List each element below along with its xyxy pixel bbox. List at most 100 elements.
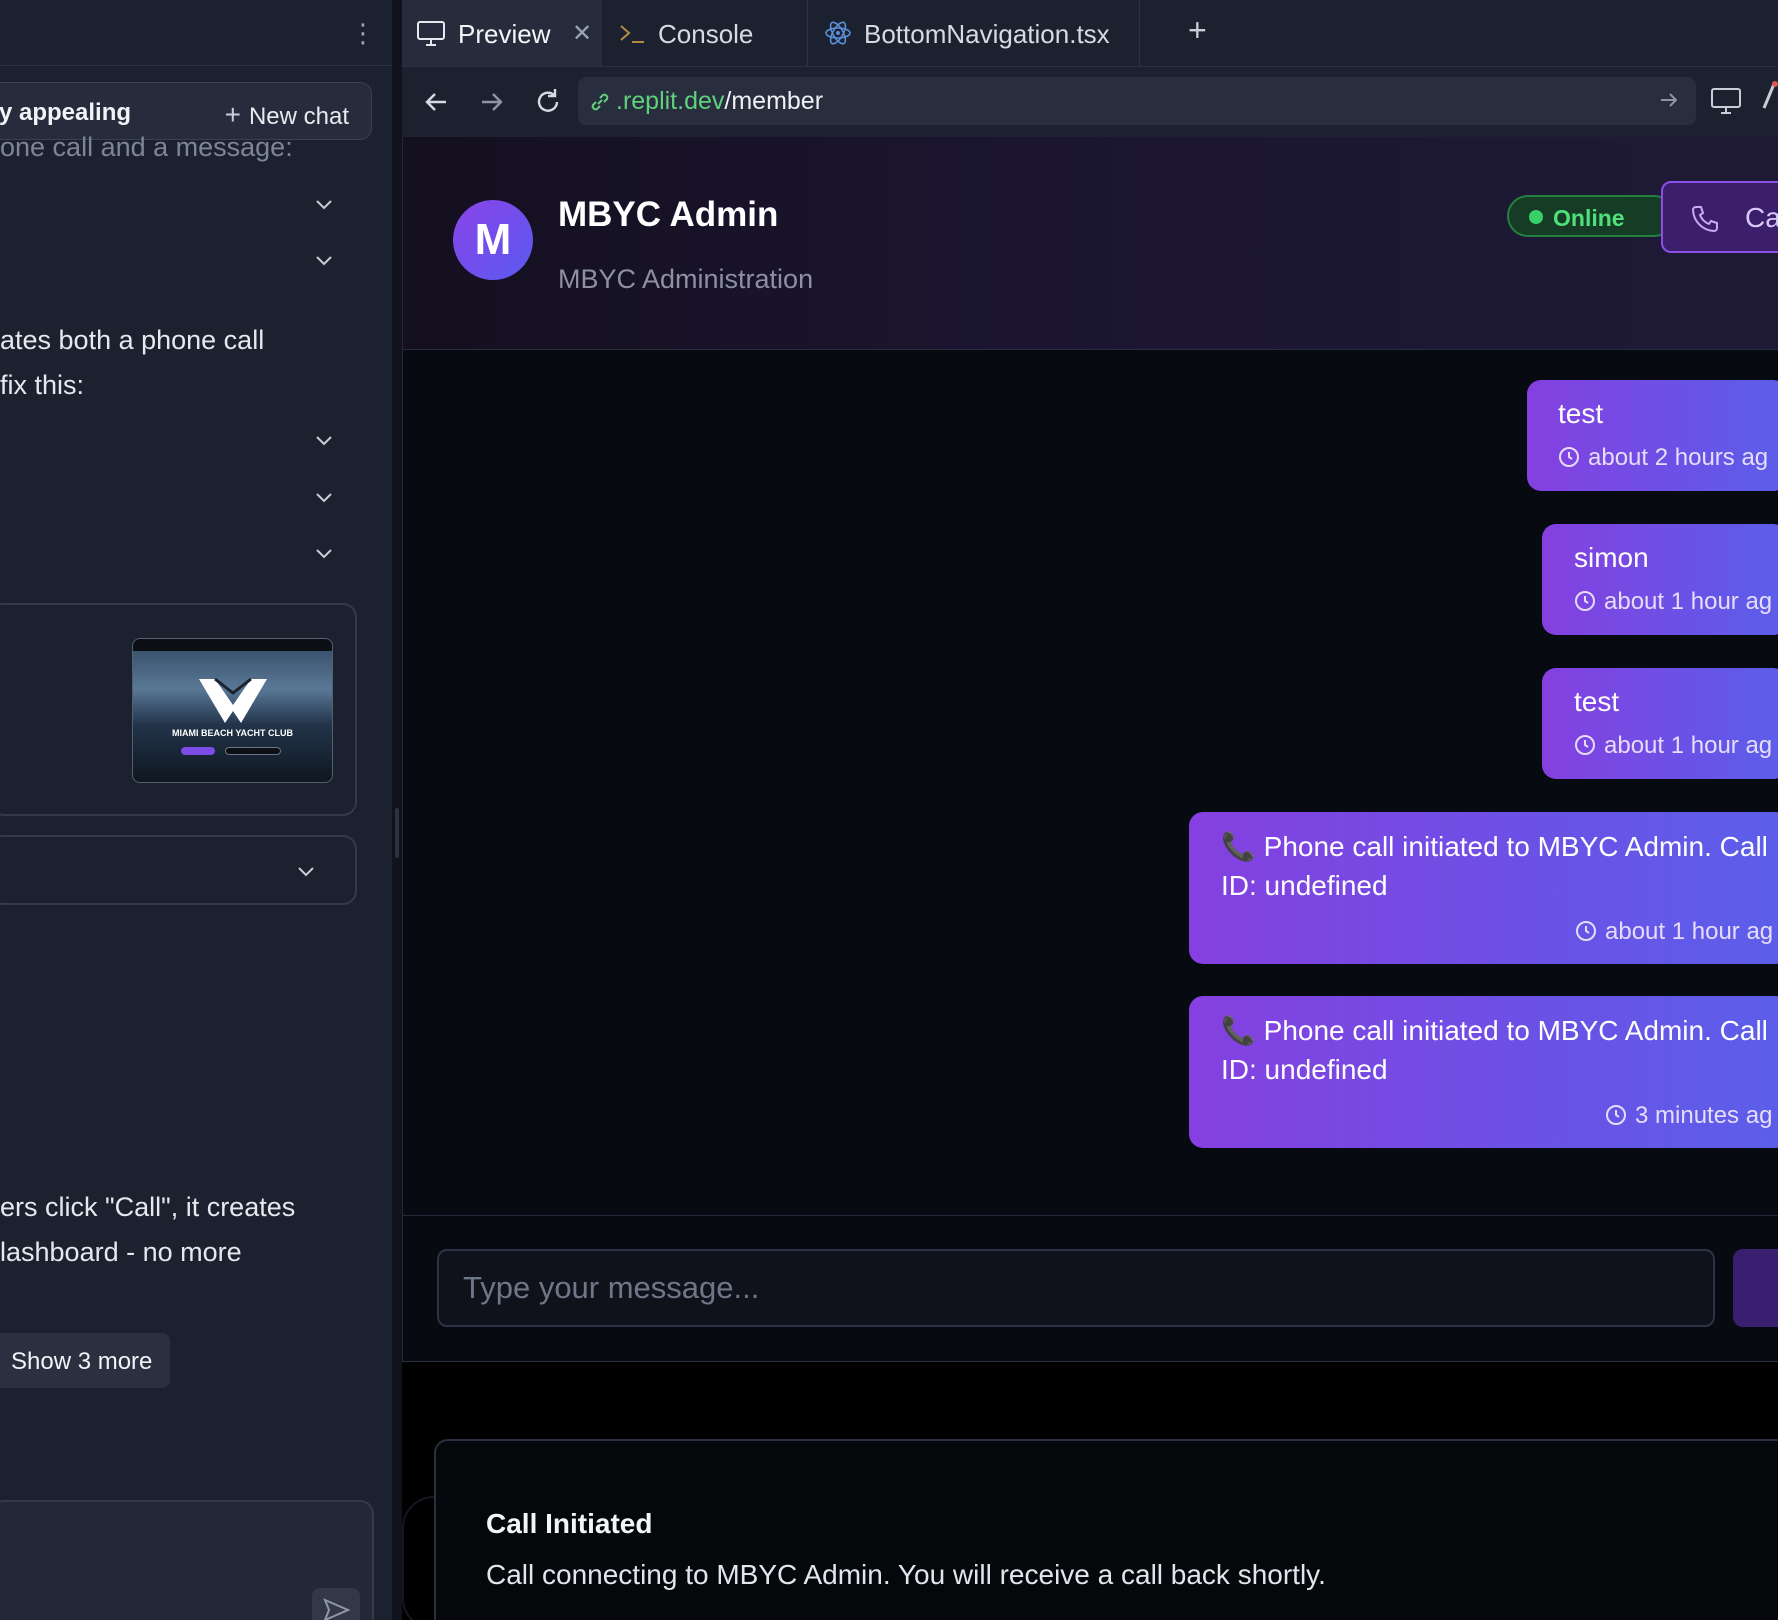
tab-label: BottomNavigation.tsx xyxy=(864,19,1110,49)
clock-icon xyxy=(1576,921,1596,941)
message-text-line: lashboard - no more xyxy=(0,1237,242,1267)
faded-message-line: one call and a message: xyxy=(0,136,293,162)
chevron-down-icon[interactable] xyxy=(314,194,334,214)
contact-name: MBYC Admin xyxy=(558,195,779,234)
message-time: 3 minutes ag xyxy=(1605,1102,1772,1130)
contact-subtitle: MBYC Administration xyxy=(558,264,814,294)
back-arrow-icon[interactable] xyxy=(420,86,452,118)
call-label: Cal xyxy=(1745,202,1778,233)
toast-notification: Call Initiated Call connecting to MBYC A… xyxy=(434,1439,1778,1620)
thumbnail-button-primary xyxy=(181,747,215,755)
message-bubble: test about 1 hour ag xyxy=(1542,668,1778,779)
clock-icon xyxy=(1575,591,1595,611)
panel-topbar: ⋮ xyxy=(0,0,392,66)
message-text: 📞 Phone call initiated to MBYC Admin. Ca… xyxy=(1221,1015,1768,1046)
toast-description: Call connecting to MBYC Admin. You will … xyxy=(486,1559,1326,1590)
toast-title: Call Initiated xyxy=(486,1508,653,1539)
chevron-down-icon[interactable] xyxy=(314,250,334,270)
status-label: Online xyxy=(1553,205,1625,231)
monitor-icon xyxy=(417,21,445,46)
clock-icon xyxy=(1559,447,1579,467)
message-text-line: ers click "Call", it creates xyxy=(0,1192,296,1222)
phone-icon xyxy=(1691,206,1718,233)
new-chat-label: New chat xyxy=(248,103,349,130)
chat-title: y appealing xyxy=(0,99,132,126)
url-text: .replit.dev/member xyxy=(616,87,823,116)
agent-chat-panel: ⋮ y appealing + New chat one call and a m… xyxy=(0,0,392,1620)
chat-header: M MBYC Admin MBYC Administration Online … xyxy=(403,137,1778,350)
preview-pane: Preview ✕ Console BottomNavigation.tsx +… xyxy=(402,0,1778,1620)
yacht-club-logo-icon xyxy=(199,677,267,723)
message-time: about 1 hour ag xyxy=(1574,588,1772,616)
message-text: ID: undefined xyxy=(1221,1054,1388,1085)
chat-app: M MBYC Admin MBYC Administration Online … xyxy=(402,137,1778,1362)
message-time-text: about 1 hour ag xyxy=(1605,918,1774,945)
message-time-text: about 1 hour ag xyxy=(1604,588,1773,615)
new-chat-button[interactable]: + New chat xyxy=(225,99,349,131)
thumbnail-caption: MIAMI BEACH YACHT CLUB xyxy=(171,728,293,738)
message-text: 📞 Phone call initiated to MBYC Admin. Ca… xyxy=(1221,831,1768,862)
send-button[interactable] xyxy=(1733,1249,1778,1327)
tab-bar: Preview ✕ Console BottomNavigation.tsx + xyxy=(402,0,1778,67)
collapsed-section[interactable] xyxy=(0,835,357,905)
clock-icon xyxy=(1575,735,1595,755)
link-icon xyxy=(591,93,609,111)
close-icon[interactable]: ✕ xyxy=(572,19,592,48)
url-host: .replit.dev xyxy=(616,87,725,115)
thumbnail-button-secondary xyxy=(225,747,281,755)
send-icon[interactable] xyxy=(312,1588,360,1620)
message-input[interactable] xyxy=(437,1249,1715,1327)
tab-preview[interactable]: Preview ✕ xyxy=(402,0,602,66)
chat-title-bar: y appealing + New chat xyxy=(0,82,372,140)
url-bar[interactable]: .replit.dev/member xyxy=(578,77,1696,125)
message-time-text: about 1 hour ag xyxy=(1604,732,1773,759)
tab-console[interactable]: Console xyxy=(602,0,808,66)
message-time: about 1 hour ag xyxy=(1575,918,1773,946)
message-list: test about 2 hours ag simon about 1 hour… xyxy=(403,349,1778,1215)
message-bubble: 📞 Phone call initiated to MBYC Admin. Ca… xyxy=(1189,812,1778,964)
call-button[interactable]: Cal xyxy=(1661,181,1778,253)
chevron-down-icon[interactable] xyxy=(314,430,334,450)
tab-bottomnavigation[interactable]: BottomNavigation.tsx xyxy=(808,0,1140,66)
show-more-label: Show 3 more xyxy=(11,1348,153,1375)
message-time-text: 3 minutes ag xyxy=(1635,1102,1773,1129)
panel-resizer[interactable] xyxy=(392,0,402,1620)
message-bubble: simon about 1 hour ag xyxy=(1542,524,1778,635)
message-text: test xyxy=(1574,686,1620,717)
message-bubble: 📞 Phone call initiated to MBYC Admin. Ca… xyxy=(1189,996,1778,1148)
preview-thumbnail[interactable]: MIAMI BEACH YACHT CLUB xyxy=(132,638,333,783)
message-bubble: test about 2 hours ag xyxy=(1527,380,1778,491)
new-tab-icon[interactable]: + xyxy=(1188,12,1207,49)
react-icon xyxy=(825,21,851,45)
forward-arrow-icon[interactable] xyxy=(476,86,508,118)
message-text-line: fix this: xyxy=(0,370,85,400)
more-options-icon[interactable]: ⋮ xyxy=(350,16,376,50)
go-arrow-icon[interactable] xyxy=(1658,89,1680,111)
url-path: /member xyxy=(724,87,824,115)
device-preview-icon[interactable] xyxy=(1710,86,1742,116)
resize-handle[interactable] xyxy=(395,808,399,858)
reload-icon[interactable] xyxy=(532,86,564,118)
thumbnail-navbar xyxy=(133,639,332,651)
message-text: simon xyxy=(1574,542,1649,573)
chevron-down-icon[interactable] xyxy=(296,861,316,881)
tab-label: Preview xyxy=(458,19,551,49)
message-time: about 1 hour ag xyxy=(1574,732,1772,760)
message-text: ID: undefined xyxy=(1221,870,1388,901)
plus-icon: + xyxy=(224,99,241,130)
message-composer xyxy=(403,1215,1778,1362)
tab-label: Console xyxy=(658,19,754,49)
clock-icon xyxy=(1606,1105,1626,1125)
message-text: test xyxy=(1558,398,1604,429)
chevron-down-icon[interactable] xyxy=(314,543,334,563)
message-time: about 2 hours ag xyxy=(1558,444,1768,472)
chevron-down-icon[interactable] xyxy=(314,487,334,507)
avatar: M xyxy=(453,200,533,280)
message-time-text: about 2 hours ag xyxy=(1588,444,1769,471)
terminal-icon xyxy=(620,25,644,43)
devtools-icon[interactable] xyxy=(1760,80,1778,116)
online-dot-icon xyxy=(1529,210,1543,224)
message-text-line: ates both a phone call xyxy=(0,325,265,355)
show-more-button[interactable]: Show 3 more xyxy=(0,1333,170,1388)
status-badge: Online xyxy=(1507,195,1675,237)
